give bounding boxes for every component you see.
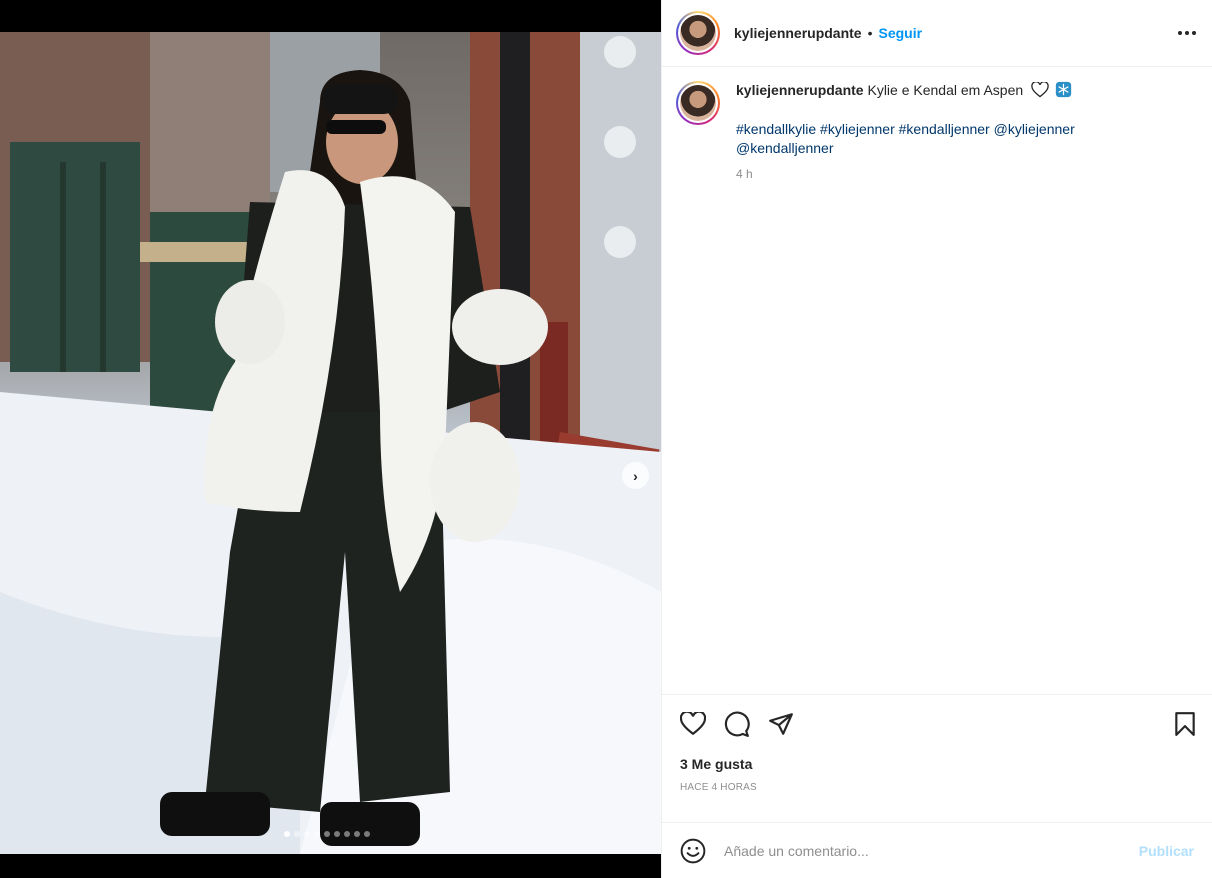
emoji-smile-icon[interactable] <box>680 838 706 864</box>
carousel-dot <box>344 831 350 837</box>
post-photo-illustration <box>0 32 661 854</box>
caption-hashtags[interactable]: #kendallkylie #kyliejenner #kendalljenne… <box>736 120 1136 158</box>
carousel-dot <box>334 831 340 837</box>
caption-username[interactable]: kyliejennerupdante <box>736 82 864 98</box>
carousel-dot <box>284 831 290 837</box>
post-side-panel: kyliejennerupdante • Seguir kyliejenneru… <box>661 0 1212 878</box>
comments-section: kyliejennerupdante Kylie e Kendal em Asp… <box>662 67 1212 694</box>
more-options-icon[interactable] <box>1178 25 1196 41</box>
caption: kyliejennerupdante Kylie e Kendal em Asp… <box>736 81 1136 694</box>
carousel-dot <box>304 831 310 837</box>
bookmark-icon[interactable] <box>1164 708 1196 740</box>
comment-composer: Publicar <box>662 822 1212 878</box>
avatar[interactable] <box>676 11 720 55</box>
post-media: › <box>0 0 661 878</box>
comment-input[interactable] <box>724 842 1139 859</box>
post-modal: › kyliejennerupdante • Seguir kyliejenne… <box>0 0 1212 878</box>
hashtags-line[interactable]: @kendalljenner <box>736 139 1136 158</box>
likes-count[interactable]: 3 Me gusta <box>662 752 1212 772</box>
carousel-indicator <box>284 831 370 837</box>
post-photo[interactable]: › <box>0 32 661 854</box>
caption-text: Kylie e Kendal em Aspen <box>867 82 1024 98</box>
caption-timestamp[interactable]: 4 h <box>736 165 1136 184</box>
follow-button[interactable]: Seguir <box>879 25 923 41</box>
publish-button[interactable]: Publicar <box>1139 843 1194 859</box>
heart-icon[interactable] <box>680 708 712 740</box>
snowflake-emoji-icon <box>1055 81 1072 98</box>
post-age[interactable]: HACE 4 HORAS <box>662 772 1212 822</box>
header-username[interactable]: kyliejennerupdante <box>734 25 862 41</box>
carousel-next-button[interactable]: › <box>622 462 649 489</box>
carousel-dot <box>324 831 330 837</box>
caption-line: kyliejennerupdante Kylie e Kendal em Asp… <box>736 81 1136 100</box>
carousel-dot <box>294 831 300 837</box>
heart-outline-emoji-icon <box>1031 82 1049 98</box>
caption-avatar[interactable] <box>676 81 720 125</box>
comment-bubble-icon[interactable] <box>724 708 756 740</box>
header-separator: • <box>867 25 873 41</box>
paper-plane-icon[interactable] <box>768 708 800 740</box>
action-bar <box>662 694 1212 752</box>
carousel-dot <box>364 831 370 837</box>
hashtags-line[interactable]: #kendallkylie #kyliejenner #kendalljenne… <box>736 120 1136 139</box>
chevron-right-icon: › <box>633 467 638 484</box>
carousel-dot <box>354 831 360 837</box>
post-header: kyliejennerupdante • Seguir <box>662 0 1212 67</box>
carousel-dot <box>314 831 320 837</box>
